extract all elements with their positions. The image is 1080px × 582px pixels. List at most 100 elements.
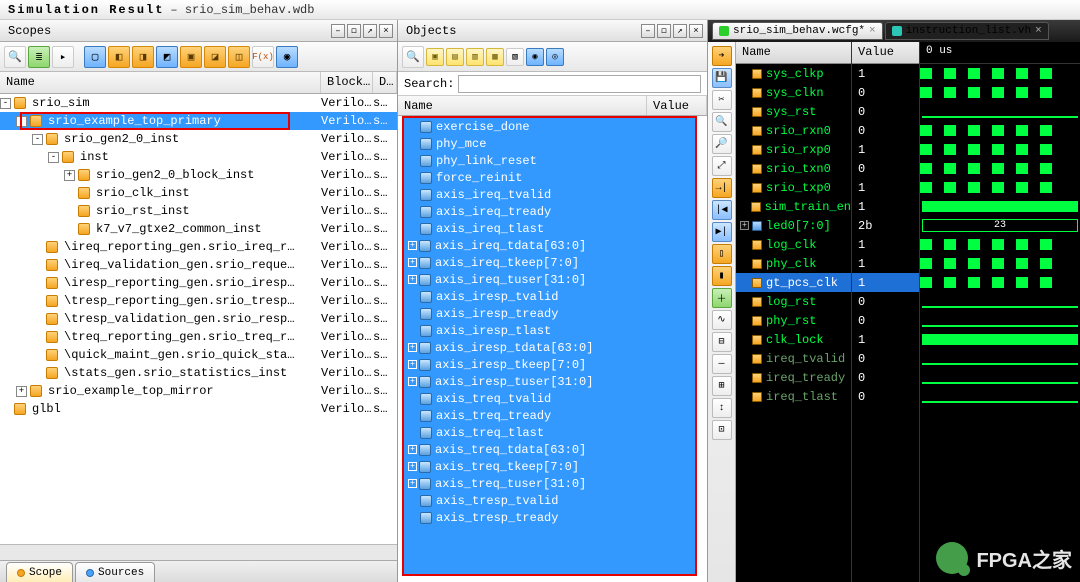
object-row[interactable]: axis_tresp_tvalid: [404, 492, 695, 509]
wv-zoom-fit-icon[interactable]: ⤢: [712, 156, 732, 176]
obj-col-value[interactable]: Value: [647, 96, 707, 115]
signal-row[interactable]: sys_clkp: [736, 64, 851, 83]
wv-group-icon[interactable]: ⊟: [712, 332, 732, 352]
col-d[interactable]: D…: [373, 72, 397, 93]
close-tab-icon[interactable]: ×: [1035, 25, 1042, 37]
signal-value-list[interactable]: 100010112b111001000: [852, 64, 919, 582]
minimize-icon[interactable]: –: [331, 24, 345, 38]
object-row[interactable]: +axis_ireq_tkeep[7:0]: [404, 254, 695, 271]
expander-icon[interactable]: -: [16, 116, 27, 127]
tree-row[interactable]: \stats_gen.srio_statistics_instVerilo…s…: [0, 364, 397, 382]
object-row[interactable]: +axis_treq_tuser[31:0]: [404, 475, 695, 492]
obj-filter6-icon[interactable]: ◉: [526, 48, 544, 66]
expander-icon[interactable]: +: [408, 241, 417, 250]
wv-arrow-icon[interactable]: ➔: [712, 46, 732, 66]
expander-icon[interactable]: +: [16, 386, 27, 397]
wv-zoom-out-icon[interactable]: 🔎: [712, 134, 732, 154]
maximize-icon[interactable]: ↗: [363, 24, 377, 38]
wv-add-icon[interactable]: ＋: [712, 288, 732, 308]
tree-row[interactable]: k7_v7_gtxe2_common_instVerilo…s…: [0, 220, 397, 238]
obj-filter1-icon[interactable]: ▣: [426, 48, 444, 66]
object-row[interactable]: axis_iresp_tlast: [404, 322, 695, 339]
obj-col-name[interactable]: Name: [398, 96, 647, 115]
object-row[interactable]: exercise_done: [404, 118, 695, 135]
obj-filter7-icon[interactable]: ◎: [546, 48, 564, 66]
expander-icon[interactable]: +: [408, 377, 417, 386]
wv-next-icon[interactable]: ▶|: [712, 222, 732, 242]
wv-step-icon[interactable]: →|: [712, 178, 732, 198]
search-input[interactable]: [458, 75, 701, 93]
wv-prev-icon[interactable]: |◀: [712, 200, 732, 220]
object-row[interactable]: axis_ireq_tready: [404, 203, 695, 220]
tree-row[interactable]: +srio_gen2_0_block_instVerilo…s…: [0, 166, 397, 184]
scroll-stub[interactable]: [0, 544, 397, 560]
wv-save-icon[interactable]: 💾: [712, 68, 732, 88]
close-icon[interactable]: ×: [689, 24, 703, 38]
col-name[interactable]: Name: [0, 72, 321, 93]
object-row[interactable]: axis_treq_tlast: [404, 424, 695, 441]
tree-row[interactable]: -srio_gen2_0_instVerilo…s…: [0, 130, 397, 148]
wv-marker-icon[interactable]: ▯: [712, 244, 732, 264]
signal-row[interactable]: sim_train_en: [736, 197, 851, 216]
filter2-icon[interactable]: ◧: [108, 46, 130, 68]
wv-bus-icon[interactable]: ⊡: [712, 420, 732, 440]
expander-icon[interactable]: -: [0, 98, 11, 109]
object-row[interactable]: +axis_treq_tdata[63:0]: [404, 441, 695, 458]
object-row[interactable]: +axis_iresp_tuser[31:0]: [404, 373, 695, 390]
obj-filter3-icon[interactable]: ▥: [466, 48, 484, 66]
object-row[interactable]: axis_treq_tready: [404, 407, 695, 424]
expander-icon[interactable]: -: [48, 152, 59, 163]
tree-row[interactable]: \tresp_reporting_gen.srio_tresp…Verilo…s…: [0, 292, 397, 310]
wv-reverse-icon[interactable]: ↕: [712, 398, 732, 418]
expander-icon[interactable]: +: [408, 462, 417, 471]
signal-row[interactable]: log_clk: [736, 235, 851, 254]
obj-filter2-icon[interactable]: ▤: [446, 48, 464, 66]
expander-icon[interactable]: +: [408, 360, 417, 369]
signal-row[interactable]: srio_rxp0: [736, 140, 851, 159]
filter3-icon[interactable]: ◨: [132, 46, 154, 68]
objects-list[interactable]: exercise_donephy_mcephy_link_resetforce_…: [402, 116, 697, 576]
tree-row[interactable]: -srio_example_top_primaryVerilo…s…: [0, 112, 397, 130]
restore-icon[interactable]: ◻: [347, 24, 361, 38]
object-row[interactable]: +axis_iresp_tkeep[7:0]: [404, 356, 695, 373]
tree-row[interactable]: +srio_example_top_mirrorVerilo…s…: [0, 382, 397, 400]
tree-row[interactable]: \ireq_validation_gen.srio_reque…Verilo…s…: [0, 256, 397, 274]
hierarchy-icon[interactable]: ≣: [28, 46, 50, 68]
signal-row[interactable]: +led0[7:0]: [736, 216, 851, 235]
tree-row[interactable]: -instVerilo…s…: [0, 148, 397, 166]
expander-icon[interactable]: +: [408, 445, 417, 454]
signal-row[interactable]: srio_rxn0: [736, 121, 851, 140]
expander-icon[interactable]: -: [32, 134, 43, 145]
object-row[interactable]: force_reinit: [404, 169, 695, 186]
obj-filter4-icon[interactable]: ▦: [486, 48, 504, 66]
object-row[interactable]: axis_iresp_tvalid: [404, 288, 695, 305]
signal-row[interactable]: phy_rst: [736, 311, 851, 330]
filter7-icon[interactable]: ◫: [228, 46, 250, 68]
restore-icon[interactable]: ◻: [657, 24, 671, 38]
tab-sources[interactable]: Sources: [75, 562, 155, 582]
tree-row[interactable]: \ireq_reporting_gen.srio_ireq_r…Verilo…s…: [0, 238, 397, 256]
expander-icon[interactable]: +: [408, 343, 417, 352]
wv-virtual-icon[interactable]: ⊞: [712, 376, 732, 396]
col-block[interactable]: Block…: [321, 72, 373, 93]
wave-tab[interactable]: srio_sim_behav.wcfg* ×: [712, 22, 883, 40]
tree-row[interactable]: -srio_simVerilo…s…: [0, 94, 397, 112]
tree-row[interactable]: glblVerilo…s…: [0, 400, 397, 418]
filter4-icon[interactable]: ◩: [156, 46, 178, 68]
wv-divider-icon[interactable]: —: [712, 354, 732, 374]
minimize-icon[interactable]: –: [641, 24, 655, 38]
signal-row[interactable]: gt_pcs_clk: [736, 273, 851, 292]
close-icon[interactable]: ×: [379, 24, 393, 38]
wave-plot[interactable]: 0 us 23: [920, 42, 1080, 582]
fx-icon[interactable]: F(x): [252, 46, 274, 68]
object-row[interactable]: axis_iresp_tready: [404, 305, 695, 322]
signal-row[interactable]: srio_txn0: [736, 159, 851, 178]
object-row[interactable]: axis_ireq_tlast: [404, 220, 695, 237]
object-row[interactable]: axis_ireq_tvalid: [404, 186, 695, 203]
signal-row[interactable]: sys_clkn: [736, 83, 851, 102]
filter5-icon[interactable]: ▣: [180, 46, 202, 68]
signal-name-list[interactable]: sys_clkpsys_clknsys_rstsrio_rxn0srio_rxp…: [736, 64, 851, 582]
expander-icon[interactable]: +: [408, 479, 417, 488]
filter1-icon[interactable]: ▢: [84, 46, 106, 68]
expander-icon[interactable]: +: [64, 170, 75, 181]
